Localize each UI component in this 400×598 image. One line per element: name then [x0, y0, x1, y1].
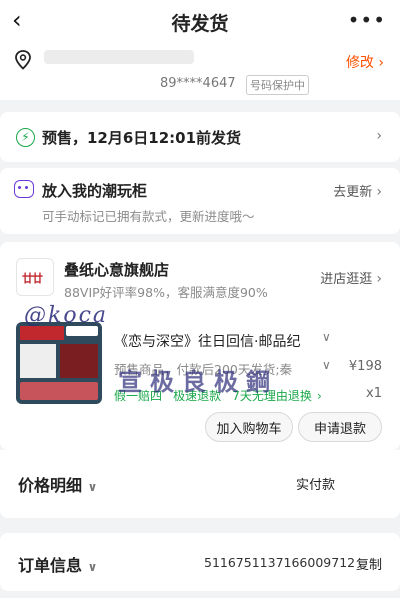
collection-update-link[interactable]: 去更新 ›	[333, 181, 382, 200]
copy-button[interactable]: 复制	[356, 554, 382, 573]
more-icon[interactable]: •••	[348, 8, 386, 32]
product-price: ¥198	[348, 359, 382, 374]
address-blurred	[44, 50, 194, 64]
product-image[interactable]	[16, 322, 102, 404]
order-number: 5116751137166009712	[204, 555, 356, 570]
order-info-row[interactable]: 订单信息 ∨ 5116751137166009712 复制	[0, 533, 400, 591]
chevron-down-icon: ∨	[87, 560, 98, 574]
nav-header: ‹ 待发货 •••	[0, 0, 400, 44]
shop-logo[interactable]: 廿廿	[16, 258, 54, 296]
toy-icon	[14, 180, 34, 198]
collection-card[interactable]: 放入我的潮玩柜 去更新 › 可手动标记已拥有款式，更新进度哦～	[0, 168, 400, 234]
request-refund-button[interactable]: 申请退款	[298, 412, 382, 442]
chevron-down-icon: ∨	[322, 330, 331, 344]
product-quantity: x1	[366, 386, 382, 401]
order-card: 廿廿 叠纸心意旗舰店 88VIP好评率98%，客服满意度90% 进店逛逛 › 《…	[0, 242, 400, 450]
lightning-icon: ⚡	[16, 128, 35, 147]
shop-name[interactable]: 叠纸心意旗舰店	[64, 259, 169, 280]
collection-title: 放入我的潮玩柜	[42, 182, 148, 200]
chevron-down-icon: ∨	[87, 480, 98, 494]
chevron-right-icon: ›	[376, 128, 382, 144]
paid-amount-label: 实付款	[296, 478, 336, 493]
shop-stats: 88VIP好评率98%，客服满意度90%	[64, 285, 268, 300]
watermark-text: 宣极良极鋼	[118, 367, 278, 396]
watermark-handle: @koca	[24, 303, 109, 328]
add-to-cart-button[interactable]: 加入购物车	[205, 412, 293, 442]
presale-text: 预售，12月6日12:01前发货	[42, 129, 242, 147]
phone-number: 89****4647	[160, 76, 236, 91]
chevron-right-icon: ›	[316, 389, 322, 403]
product-title[interactable]: 《恋与深空》往日回信·邮品纪	[114, 331, 300, 351]
price-detail-row[interactable]: 价格明细 ∨ 实付款	[0, 450, 400, 518]
price-detail-title: 价格明细 ∨	[18, 476, 98, 495]
modify-link[interactable]: 修改 ›	[346, 52, 384, 72]
chevron-down-icon: ∨	[322, 358, 331, 372]
location-pin-icon	[14, 50, 32, 74]
presale-card[interactable]: ⚡ 预售，12月6日12:01前发货 ›	[0, 112, 400, 162]
address-card[interactable]: 修改 › 89****4647 号码保护中	[0, 44, 400, 100]
page-title: 待发货	[171, 13, 229, 35]
visit-shop-link[interactable]: 进店逛逛 ›	[320, 268, 382, 287]
privacy-badge: 号码保护中	[246, 75, 309, 95]
collection-subtitle: 可手动标记已拥有款式，更新进度哦～	[42, 209, 255, 224]
order-info-title: 订单信息 ∨	[18, 556, 98, 575]
